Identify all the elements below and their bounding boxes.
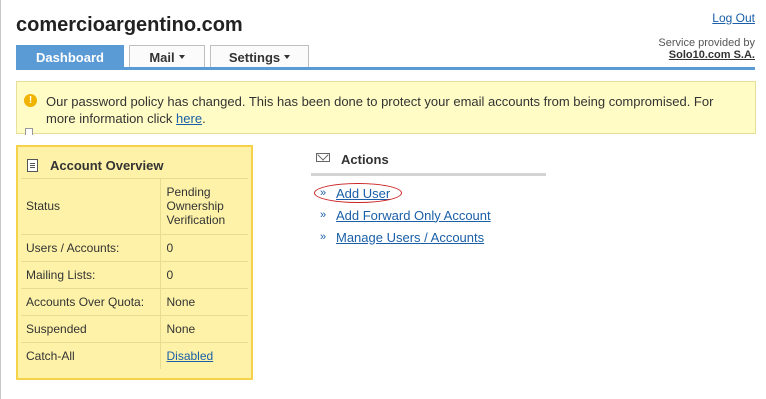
notice-text: Our password policy has changed. This ha… [46, 94, 714, 126]
tab-mail[interactable]: Mail [129, 45, 205, 68]
info-icon: ! [24, 94, 37, 107]
row-value: None [159, 288, 248, 316]
actions-title: Actions [341, 152, 389, 167]
bullet-icon: » [320, 209, 327, 221]
main-tabs: Dashboard Mail Settings [16, 45, 314, 68]
row-label: Suspended [21, 315, 160, 343]
row-value: 0 [159, 234, 248, 262]
table-row: Catch-All Disabled [21, 342, 248, 369]
action-manage-users[interactable]: » Manage Users / Accounts [320, 229, 484, 245]
notice-message: Our password policy has changed. This ha… [46, 93, 746, 127]
row-value: Pending Ownership Verification [159, 179, 248, 235]
manage-users-accounts-link[interactable]: Manage Users / Accounts [336, 230, 484, 245]
tab-underline [16, 67, 755, 70]
table-row: Users / Accounts: 0 [21, 234, 248, 262]
row-value: 0 [159, 261, 248, 289]
actions-header: Actions [311, 148, 546, 176]
row-label: Catch-All [26, 348, 75, 363]
row-value: None [159, 315, 248, 343]
account-overview-panel: Account Overview Status Pending Ownershi… [16, 145, 253, 380]
row-label: Mailing Lists: [21, 261, 160, 289]
row-label: Status [21, 179, 160, 235]
action-add-forward-only[interactable]: » Add Forward Only Account [320, 207, 491, 223]
document-icon [25, 128, 33, 135]
bullet-icon: » [320, 231, 327, 243]
account-overview-table: Status Pending Ownership Verification Us… [21, 179, 248, 369]
document-icon [27, 159, 38, 172]
tab-dashboard-label: Dashboard [36, 49, 104, 65]
chevron-down-icon [178, 55, 185, 59]
highlight-circle [314, 183, 402, 203]
table-row: Mailing Lists: 0 [21, 261, 248, 289]
notice-here-link[interactable]: here [176, 111, 202, 126]
catch-all-disabled-link[interactable]: Disabled [167, 349, 214, 363]
logout-link[interactable]: Log Out [712, 11, 755, 25]
table-row: Status Pending Ownership Verification [21, 179, 248, 235]
table-row: Suspended None [21, 315, 248, 343]
table-row: Accounts Over Quota: None [21, 288, 248, 316]
catch-all-cell: Disabled [159, 342, 248, 369]
page-title: comercioargentino.com [16, 14, 243, 36]
row-label: Users / Accounts: [21, 234, 160, 262]
app-frame: comercioargentino.com Log Out Service pr… [0, 0, 766, 399]
password-policy-notice: ! Our password policy has changed. This … [16, 81, 756, 135]
tab-mail-label: Mail [149, 49, 175, 65]
add-forward-only-account-link[interactable]: Add Forward Only Account [336, 208, 491, 223]
chevron-down-icon [284, 55, 291, 59]
envelope-icon [316, 153, 330, 162]
notice-suffix: . [202, 111, 206, 126]
row-label: Accounts Over Quota: [21, 288, 160, 316]
tab-settings-label: Settings [228, 49, 281, 65]
tab-settings[interactable]: Settings [210, 45, 309, 68]
service-provider-label: Service provided by [658, 37, 755, 49]
account-overview-header: Account Overview [21, 150, 248, 179]
tab-dashboard[interactable]: Dashboard [16, 45, 124, 68]
account-overview-title: Account Overview [50, 158, 164, 173]
service-provider-link[interactable]: Solo10.com S.A. [669, 49, 755, 61]
